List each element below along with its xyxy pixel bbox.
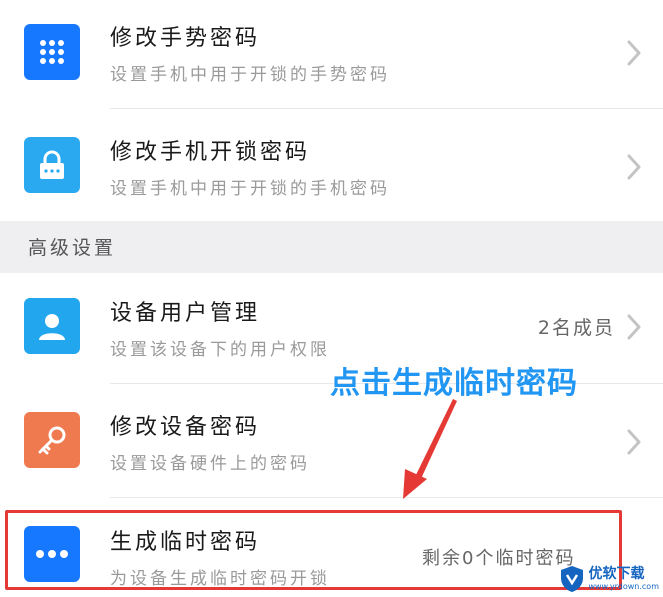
item-title: 修改手势密码 [110, 26, 261, 51]
item-title: 修改手机开锁密码 [110, 140, 311, 165]
item-title: 设备用户管理 [110, 301, 261, 326]
watermark-url: www.yrdown.com [588, 582, 659, 592]
annotation-arrow [403, 399, 457, 499]
item-subtitle: 设置手机中用于开锁的手机密码 [110, 179, 390, 199]
chevron-right-icon [623, 152, 645, 182]
chevron-right-icon [623, 38, 645, 68]
keypad-icon [24, 24, 80, 80]
item-subtitle: 设置设备硬件上的密码 [110, 454, 310, 474]
chevron-right-icon [623, 312, 645, 342]
item-subtitle: 设置手机中用于开锁的手势密码 [110, 65, 390, 85]
item-subtitle: 设置该设备下的用户权限 [110, 340, 330, 360]
item-title: 修改设备密码 [110, 415, 261, 440]
section-header-advanced: 高级设置 [0, 221, 663, 273]
list-item-phone-unlock-password[interactable]: 修改手机开锁密码 设置手机中用于开锁的手机密码 [0, 109, 663, 221]
member-count: 2名成员 [537, 317, 615, 339]
watermark: 优软下载 www.yrdown.com [560, 565, 659, 593]
chevron-right-icon [623, 427, 645, 457]
highlight-box [5, 510, 622, 590]
section-label: 高级设置 [28, 237, 117, 259]
user-icon [24, 298, 80, 354]
watermark-text: 优软下载 [588, 565, 645, 582]
shield-logo-icon [561, 566, 584, 592]
list-item-gesture-password[interactable]: 修改手势密码 设置手机中用于开锁的手势密码 [0, 0, 663, 108]
lock-icon [24, 137, 80, 193]
key-icon [24, 412, 80, 468]
